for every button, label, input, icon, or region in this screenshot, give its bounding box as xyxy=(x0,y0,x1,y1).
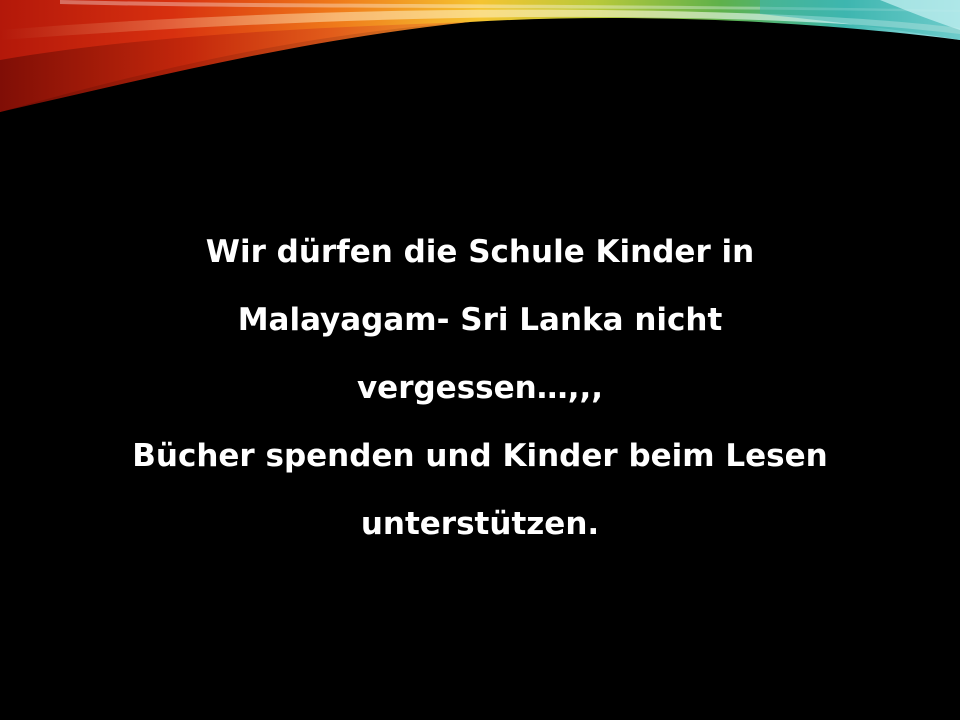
text-line-4: Bücher spenden und Kinder beim Lesen xyxy=(132,438,828,474)
slide-body-text: Wir dürfen die Schule Kinder in Malayaga… xyxy=(40,218,920,558)
text-line-2: Malayagam- Sri Lanka nicht xyxy=(237,302,723,338)
slide: Wir dürfen die Schule Kinder in Malayaga… xyxy=(0,0,960,720)
text-line-5: unterstützen. xyxy=(360,506,600,542)
text-line-1: Wir dürfen die Schule Kinder in xyxy=(205,234,755,270)
text-line-3: vergessen…,,, xyxy=(356,370,604,406)
decorative-swoosh-banner xyxy=(0,0,960,112)
